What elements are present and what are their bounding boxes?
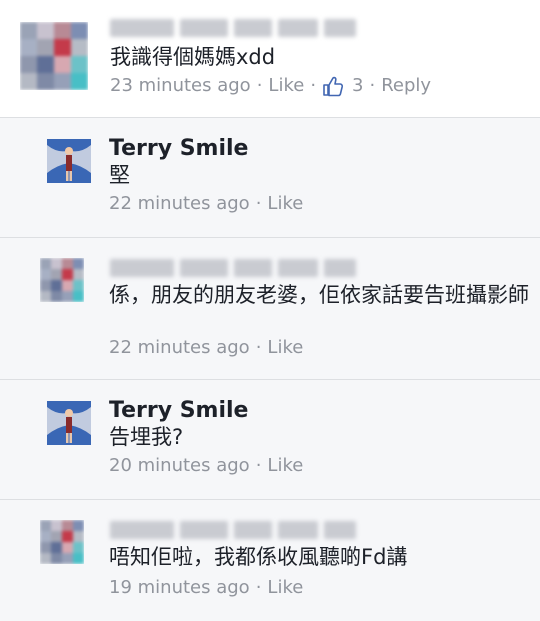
blurred-avatar-image (20, 22, 88, 90)
angel-avatar-image (47, 139, 91, 183)
comment-meta: 20 minutes ago · Like (109, 454, 303, 478)
separator: · (256, 75, 263, 96)
separator: · (255, 193, 262, 214)
avatar[interactable] (40, 258, 84, 302)
comment-timestamp[interactable]: 23 minutes ago (110, 74, 251, 98)
separator: · (369, 75, 376, 96)
like-link[interactable]: Like (268, 74, 304, 98)
comment-timestamp[interactable]: 22 minutes ago (109, 336, 250, 360)
thumbs-up-icon[interactable] (322, 75, 344, 97)
comment-author[interactable]: Terry Smile (109, 398, 248, 424)
blurred-author-name[interactable] (110, 18, 356, 38)
avatar[interactable] (47, 401, 91, 445)
separator: · (255, 337, 262, 358)
avatar[interactable] (40, 520, 84, 564)
comment-text: 我識得個媽媽xdd (110, 45, 276, 69)
like-link[interactable]: Like (267, 576, 303, 600)
avatar[interactable] (47, 139, 91, 183)
separator: · (255, 577, 262, 598)
reply-link[interactable]: Reply (381, 74, 431, 98)
separator: · (255, 455, 262, 476)
comment-timestamp[interactable]: 20 minutes ago (109, 454, 250, 478)
angel-avatar-image (47, 401, 91, 445)
comment-reply: 唔知佢啦，我都係收風聽啲Fd講 19 minutes ago · Like (0, 500, 540, 621)
like-link[interactable]: Like (267, 454, 303, 478)
like-count[interactable]: 3 (352, 74, 363, 98)
comment-text: 堅 (109, 163, 130, 187)
like-link[interactable]: Like (267, 192, 303, 216)
blurred-author-name[interactable] (110, 258, 356, 278)
comment-meta: 23 minutes ago · Like · 3 · Reply (110, 74, 431, 98)
like-link[interactable]: Like (267, 336, 303, 360)
separator: · (310, 75, 317, 96)
comment-text: 唔知佢啦，我都係收風聽啲Fd講 (109, 545, 408, 569)
comment-text: 係，朋友的朋友老婆，佢依家話要告班攝影師 (109, 283, 529, 307)
comment-timestamp[interactable]: 22 minutes ago (109, 192, 250, 216)
comment-meta: 22 minutes ago · Like (109, 336, 303, 360)
blurred-avatar-image (40, 520, 84, 564)
comment-meta: 19 minutes ago · Like (109, 576, 303, 600)
comment-top: 我識得個媽媽xdd 23 minutes ago · Like · 3 · Re… (0, 0, 540, 118)
comment-reply: Terry Smile 堅 22 minutes ago · Like (0, 118, 540, 238)
blurred-author-name[interactable] (110, 520, 356, 540)
blurred-avatar-image (40, 258, 84, 302)
comment-text: 告埋我? (109, 425, 184, 449)
comment-timestamp[interactable]: 19 minutes ago (109, 576, 250, 600)
comment-reply: 係，朋友的朋友老婆，佢依家話要告班攝影師 22 minutes ago · Li… (0, 238, 540, 380)
comment-author[interactable]: Terry Smile (109, 136, 248, 162)
comment-reply: Terry Smile 告埋我? 20 minutes ago · Like (0, 380, 540, 500)
comment-meta: 22 minutes ago · Like (109, 192, 303, 216)
avatar[interactable] (20, 22, 88, 90)
